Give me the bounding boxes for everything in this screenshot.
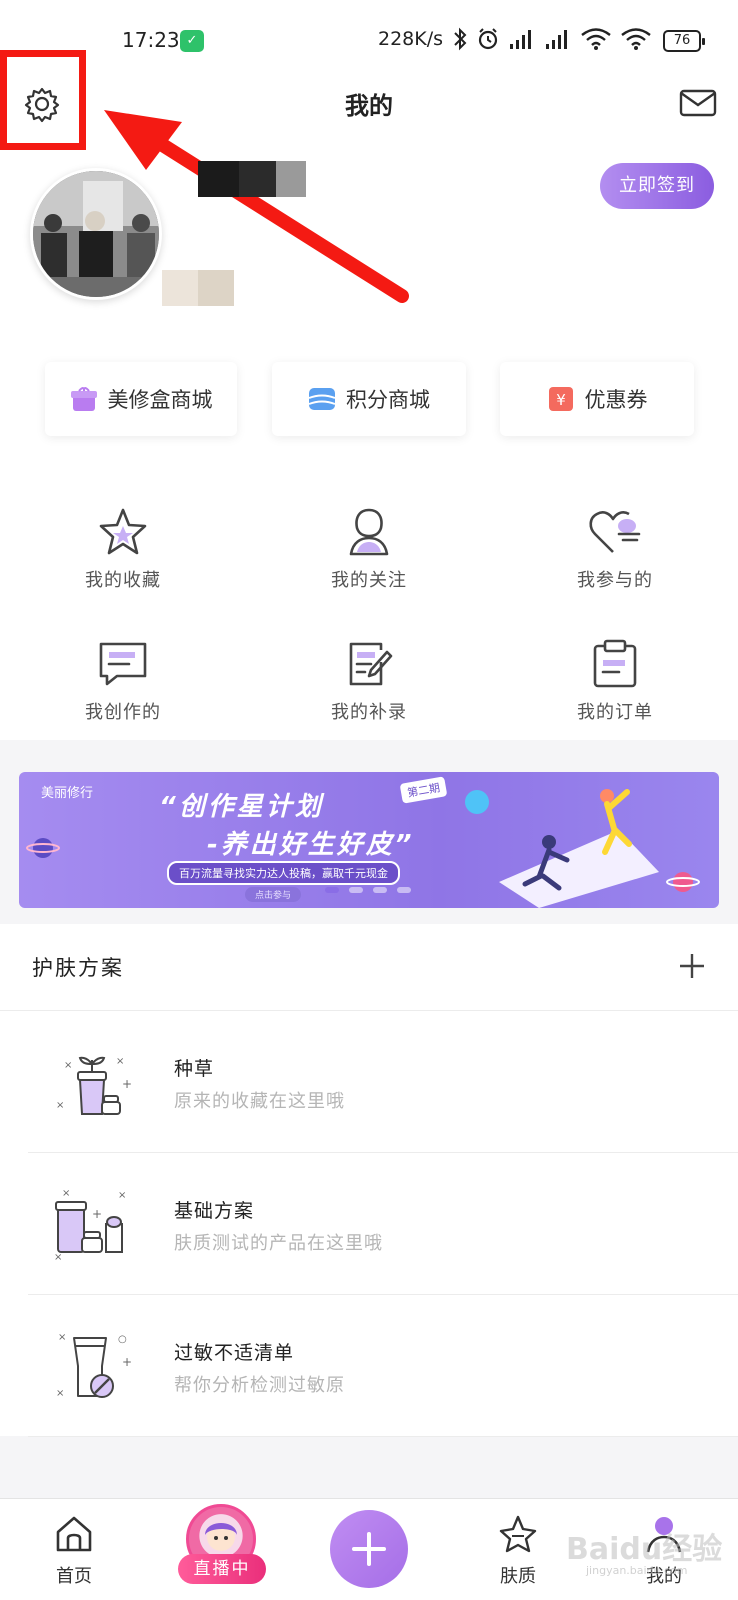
- menu-label: 我的补录: [331, 702, 407, 723]
- star-icon: [99, 508, 147, 555]
- plan-item-zhongcao[interactable]: × × × + 种草 原来的收藏在这里哦: [0, 1012, 738, 1152]
- annotation-highlight-box: [0, 50, 86, 150]
- shop-card-coupon[interactable]: ¥ 优惠券: [500, 362, 694, 436]
- svg-text:¥: ¥: [556, 391, 566, 409]
- signal-icon: [510, 30, 531, 49]
- create-plus-button[interactable]: [330, 1510, 408, 1588]
- add-plus-icon[interactable]: [678, 952, 706, 980]
- svg-text:×: ×: [58, 1332, 66, 1343]
- status-bar: 17:23 ✓ 228K/s 76: [0, 0, 738, 80]
- baidu-watermark: Baidu经验: [566, 1532, 723, 1567]
- bluetooth-icon: [454, 27, 467, 51]
- tab-home[interactable]: 首页: [34, 1514, 114, 1588]
- home-icon: [56, 1516, 92, 1552]
- clipboard-icon: [593, 639, 637, 688]
- plan-title: 种草: [174, 1058, 215, 1080]
- banner-badge: 第二期: [399, 776, 448, 804]
- avatar[interactable]: [30, 168, 162, 300]
- plan-item-allergy[interactable]: × ○ × + 过敏不适清单 帮你分析检测过敏原: [0, 1296, 738, 1436]
- shop-label: 积分商城: [346, 388, 430, 412]
- username-redacted: [198, 161, 306, 197]
- banner-title: “创作星计划: [159, 792, 324, 822]
- plan-description: 原来的收藏在这里哦: [174, 1091, 345, 1112]
- carousel-dot: [373, 887, 387, 893]
- carousel-dot: [397, 887, 411, 893]
- plan-title: 基础方案: [174, 1200, 255, 1222]
- svg-text:×: ×: [54, 1252, 62, 1263]
- menu-label: 我的收藏: [85, 570, 161, 591]
- carousel-dots: [325, 887, 411, 893]
- status-icons: [452, 27, 652, 51]
- svg-text:+: +: [122, 1355, 132, 1369]
- shop-card-points[interactable]: 积分商城: [272, 362, 466, 436]
- avatar-photo: [33, 171, 159, 297]
- plan-title: 过敏不适清单: [174, 1342, 295, 1364]
- edit-icon: [349, 642, 393, 686]
- signal-icon-2: [546, 30, 567, 49]
- wifi-hotspot-icon: [581, 28, 611, 50]
- alarm-icon: [478, 28, 498, 50]
- svg-text:+: +: [92, 1207, 102, 1221]
- tab-label: 肤质: [500, 1566, 536, 1587]
- banner-tagline: 百万流量寻找实力达人投稿，赢取千元现金: [167, 861, 400, 885]
- plan-description: 肤质测试的产品在这里哦: [174, 1233, 383, 1254]
- person-icon: [349, 508, 389, 556]
- plan-description: 帮你分析检测过敏原: [174, 1375, 345, 1396]
- divider: [28, 1294, 738, 1295]
- svg-text:+: +: [122, 1077, 132, 1091]
- menu-label: 我参与的: [577, 570, 653, 591]
- svg-text:×: ×: [64, 1060, 72, 1071]
- signin-button[interactable]: 立即签到: [600, 163, 714, 209]
- tab-skin[interactable]: 肤质: [478, 1514, 558, 1588]
- banner-subtitle: -养出好生好皮”: [207, 830, 415, 860]
- plant-jar-icon: × × × +: [56, 1056, 132, 1115]
- menu-label: 我的关注: [331, 570, 407, 591]
- user-id-redacted: [162, 270, 234, 306]
- svg-text:×: ×: [118, 1190, 126, 1201]
- baidu-watermark-url: jingyan.baidu.com: [586, 1564, 688, 1577]
- svg-text:×: ×: [62, 1188, 70, 1199]
- carousel-dot: [325, 887, 339, 893]
- menu-my-participation[interactable]: 我参与的: [535, 506, 695, 592]
- divider: [28, 1436, 738, 1437]
- menu-my-favorites[interactable]: 我的收藏: [43, 506, 203, 592]
- carousel-dot: [349, 887, 363, 893]
- menu-my-orders[interactable]: 我的订单: [535, 638, 695, 724]
- menu-label: 我创作的: [85, 702, 161, 723]
- status-time: 17:23: [122, 28, 180, 52]
- shop-label: 美修盒商城: [107, 388, 213, 412]
- shop-card-meixiuhe[interactable]: 美修盒商城: [45, 362, 237, 436]
- tab-label: 首页: [56, 1566, 92, 1587]
- gift-box-icon: [70, 387, 97, 411]
- skin-sparkle-icon: [499, 1515, 537, 1553]
- svg-text:○: ○: [118, 1334, 127, 1345]
- shop-label: 优惠券: [584, 388, 648, 412]
- wechat-icon: ✓: [180, 30, 204, 52]
- points-mall-icon: [308, 388, 336, 410]
- allergy-tube-icon: × ○ × +: [56, 1332, 132, 1399]
- menu-my-creations[interactable]: 我创作的: [43, 638, 203, 724]
- menu-my-supplements[interactable]: 我的补录: [289, 638, 449, 724]
- divider: [28, 1152, 738, 1153]
- divider: [0, 1010, 738, 1011]
- banner-brand: 美丽修行: [41, 786, 94, 801]
- mail-icon[interactable]: [678, 86, 718, 120]
- menu-my-following[interactable]: 我的关注: [289, 506, 449, 592]
- svg-text:×: ×: [56, 1388, 64, 1399]
- chat-icon: [99, 642, 147, 686]
- wifi-icon: [621, 28, 651, 50]
- battery-indicator: 76: [663, 30, 705, 52]
- svg-text:×: ×: [116, 1056, 124, 1067]
- banner-cta: 点击参与: [245, 887, 302, 902]
- live-tab-label[interactable]: 直播中: [178, 1554, 266, 1584]
- promo-banner[interactable]: 美丽修行 “创作星计划 第二期 -养出好生好皮” 百万流量寻找实力达人投稿，赢取…: [19, 772, 719, 908]
- section-title: 护肤方案: [32, 956, 124, 980]
- svg-text:×: ×: [56, 1100, 64, 1111]
- plan-item-basic[interactable]: × × × + 基础方案 肤质测试的产品在这里哦: [0, 1154, 738, 1294]
- coupon-icon: ¥: [548, 387, 573, 411]
- skincare-bottles-icon: × × × +: [54, 1188, 126, 1263]
- menu-label: 我的订单: [577, 702, 653, 723]
- network-speed: 228K/s: [378, 28, 444, 50]
- heart-icon: [589, 511, 641, 553]
